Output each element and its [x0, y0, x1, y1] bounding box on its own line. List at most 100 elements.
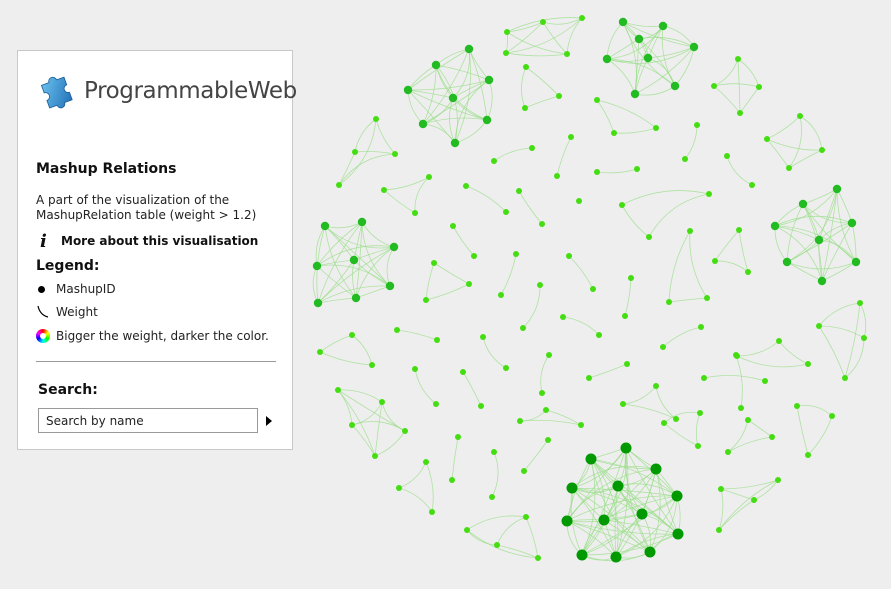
mashup-node[interactable]	[566, 253, 572, 259]
mashup-node[interactable]	[682, 156, 688, 162]
mashup-node[interactable]	[598, 514, 610, 526]
mashup-node[interactable]	[733, 352, 739, 358]
mashup-node[interactable]	[537, 282, 543, 288]
mashup-node[interactable]	[389, 242, 399, 252]
mashup-node[interactable]	[842, 375, 848, 381]
mashup-node[interactable]	[819, 147, 825, 153]
mashup-node[interactable]	[610, 551, 622, 563]
mashup-node[interactable]	[634, 166, 640, 172]
mashup-node[interactable]	[543, 407, 549, 413]
mashup-node[interactable]	[491, 449, 497, 455]
mashup-node[interactable]	[630, 89, 640, 99]
mashup-node[interactable]	[554, 173, 560, 179]
mashup-node[interactable]	[671, 490, 683, 502]
mashup-node[interactable]	[725, 449, 731, 455]
mashup-node[interactable]	[431, 260, 437, 266]
mashup-node[interactable]	[373, 116, 379, 122]
mashup-node[interactable]	[736, 227, 742, 233]
mashup-node[interactable]	[776, 338, 782, 344]
mashup-node[interactable]	[666, 299, 672, 305]
mashup-node[interactable]	[738, 405, 744, 411]
mashup-node[interactable]	[769, 434, 775, 440]
mashup-node[interactable]	[379, 399, 385, 405]
mashup-node[interactable]	[372, 453, 378, 459]
mashup-node[interactable]	[602, 54, 612, 64]
mashup-node[interactable]	[716, 527, 722, 533]
mashup-node[interactable]	[392, 151, 398, 157]
mashup-node[interactable]	[816, 323, 822, 329]
mashup-node[interactable]	[764, 136, 770, 142]
mashup-node[interactable]	[546, 352, 552, 358]
mashup-node[interactable]	[847, 218, 857, 228]
mashup-node[interactable]	[745, 417, 751, 423]
mashup-node[interactable]	[695, 443, 701, 449]
mashup-node[interactable]	[756, 84, 762, 90]
mashup-node[interactable]	[484, 75, 494, 85]
mashup-node[interactable]	[478, 403, 484, 409]
mashup-node[interactable]	[396, 485, 402, 491]
mashup-node[interactable]	[579, 15, 585, 21]
mashup-node[interactable]	[724, 153, 730, 159]
mashup-node[interactable]	[403, 85, 413, 95]
mashup-node[interactable]	[455, 434, 461, 440]
mashup-node[interactable]	[431, 60, 441, 70]
mashup-node[interactable]	[426, 174, 432, 180]
mashup-node[interactable]	[560, 314, 566, 320]
mashup-node[interactable]	[535, 555, 541, 561]
mashup-node[interactable]	[450, 138, 460, 148]
mashup-node[interactable]	[718, 486, 724, 492]
mashup-node[interactable]	[628, 275, 634, 281]
mashup-node[interactable]	[797, 113, 803, 119]
mashup-node[interactable]	[466, 281, 472, 287]
mashup-node[interactable]	[596, 332, 602, 338]
mashup-node[interactable]	[701, 375, 707, 381]
mashup-node[interactable]	[612, 480, 624, 492]
mashup-node[interactable]	[751, 497, 757, 503]
mashup-node[interactable]	[450, 223, 456, 229]
mashup-node[interactable]	[673, 416, 679, 422]
mashup-node[interactable]	[336, 182, 342, 188]
mashup-node[interactable]	[622, 313, 628, 319]
mashup-node[interactable]	[480, 334, 486, 340]
mashup-node[interactable]	[540, 19, 546, 25]
mashup-node[interactable]	[516, 188, 522, 194]
mashup-node[interactable]	[698, 324, 704, 330]
mashup-node[interactable]	[463, 183, 469, 189]
mashup-node[interactable]	[653, 383, 659, 389]
mashup-node[interactable]	[590, 286, 596, 292]
mashup-node[interactable]	[494, 542, 500, 548]
more-about-link[interactable]: i More about this visualisation	[36, 231, 258, 252]
mashup-node[interactable]	[805, 452, 811, 458]
mashup-node[interactable]	[586, 375, 592, 381]
mashup-node[interactable]	[520, 325, 526, 331]
mashup-node[interactable]	[503, 50, 509, 56]
mashup-node[interactable]	[814, 235, 824, 245]
mashup-node[interactable]	[503, 209, 509, 215]
mashup-node[interactable]	[576, 198, 582, 204]
mashup-node[interactable]	[335, 387, 341, 393]
mashup-node[interactable]	[620, 401, 626, 407]
mashup-node[interactable]	[313, 298, 323, 308]
mashup-node[interactable]	[412, 366, 418, 372]
mashup-node[interactable]	[661, 420, 667, 426]
mashup-node[interactable]	[861, 335, 867, 341]
mashup-node[interactable]	[317, 349, 323, 355]
mashup-node[interactable]	[517, 418, 523, 424]
mashup-node[interactable]	[775, 477, 781, 483]
mashup-node[interactable]	[653, 125, 659, 131]
mashup-node[interactable]	[460, 369, 466, 375]
mashup-node[interactable]	[412, 210, 418, 216]
mashup-node[interactable]	[786, 165, 792, 171]
mashup-node[interactable]	[832, 184, 842, 194]
mashup-node[interactable]	[737, 110, 743, 116]
mashup-node[interactable]	[539, 221, 545, 227]
mashup-node[interactable]	[433, 401, 439, 407]
search-submit-arrow-icon[interactable]	[264, 414, 274, 428]
mashup-node[interactable]	[568, 134, 574, 140]
mashup-node[interactable]	[545, 437, 551, 443]
mashup-node[interactable]	[503, 365, 509, 371]
mashup-node[interactable]	[694, 122, 700, 128]
mashup-node[interactable]	[464, 527, 470, 533]
mashup-node[interactable]	[594, 97, 600, 103]
mashup-node[interactable]	[539, 390, 545, 396]
